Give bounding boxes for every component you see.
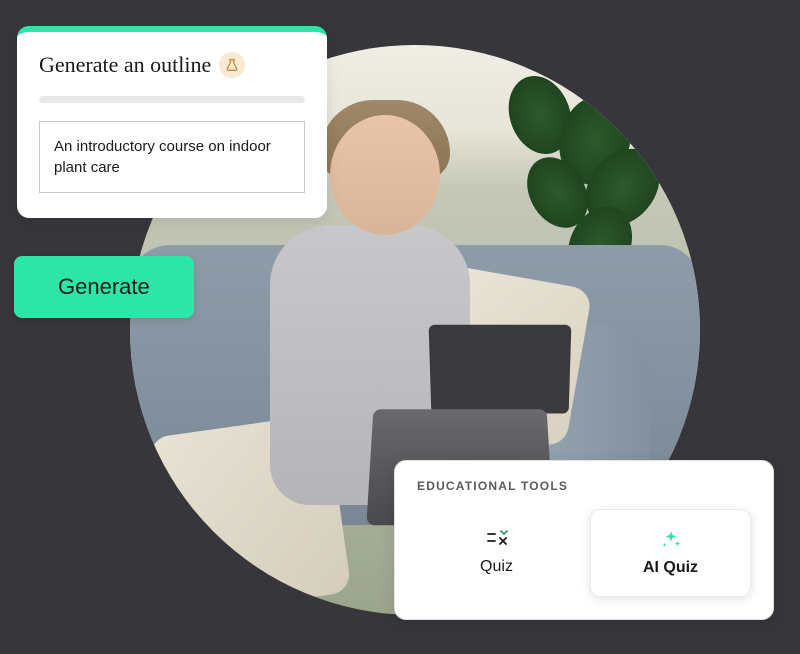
person-head	[330, 115, 440, 235]
beaker-icon	[225, 58, 239, 72]
tools-heading: EDUCATIONAL TOOLS	[417, 479, 751, 493]
quiz-tool[interactable]: Quiz	[417, 509, 576, 597]
ai-quiz-label: AI Quiz	[643, 559, 698, 577]
sparkle-icon	[660, 529, 682, 551]
progress-bar	[39, 96, 305, 103]
generate-outline-card: Generate an outline	[17, 26, 327, 218]
quiz-label: Quiz	[480, 558, 513, 576]
educational-tools-card: EDUCATIONAL TOOLS Quiz AI Qui	[394, 460, 774, 620]
beaker-badge	[219, 52, 245, 78]
ai-quiz-tool[interactable]: AI Quiz	[590, 509, 751, 597]
laptop-screen	[429, 325, 572, 414]
outline-input[interactable]	[39, 121, 305, 193]
outline-title: Generate an outline	[39, 52, 211, 78]
outline-title-row: Generate an outline	[39, 52, 305, 78]
tools-row: Quiz AI Quiz	[417, 509, 751, 597]
quiz-icon	[485, 530, 509, 550]
generate-button[interactable]: Generate	[14, 256, 194, 318]
